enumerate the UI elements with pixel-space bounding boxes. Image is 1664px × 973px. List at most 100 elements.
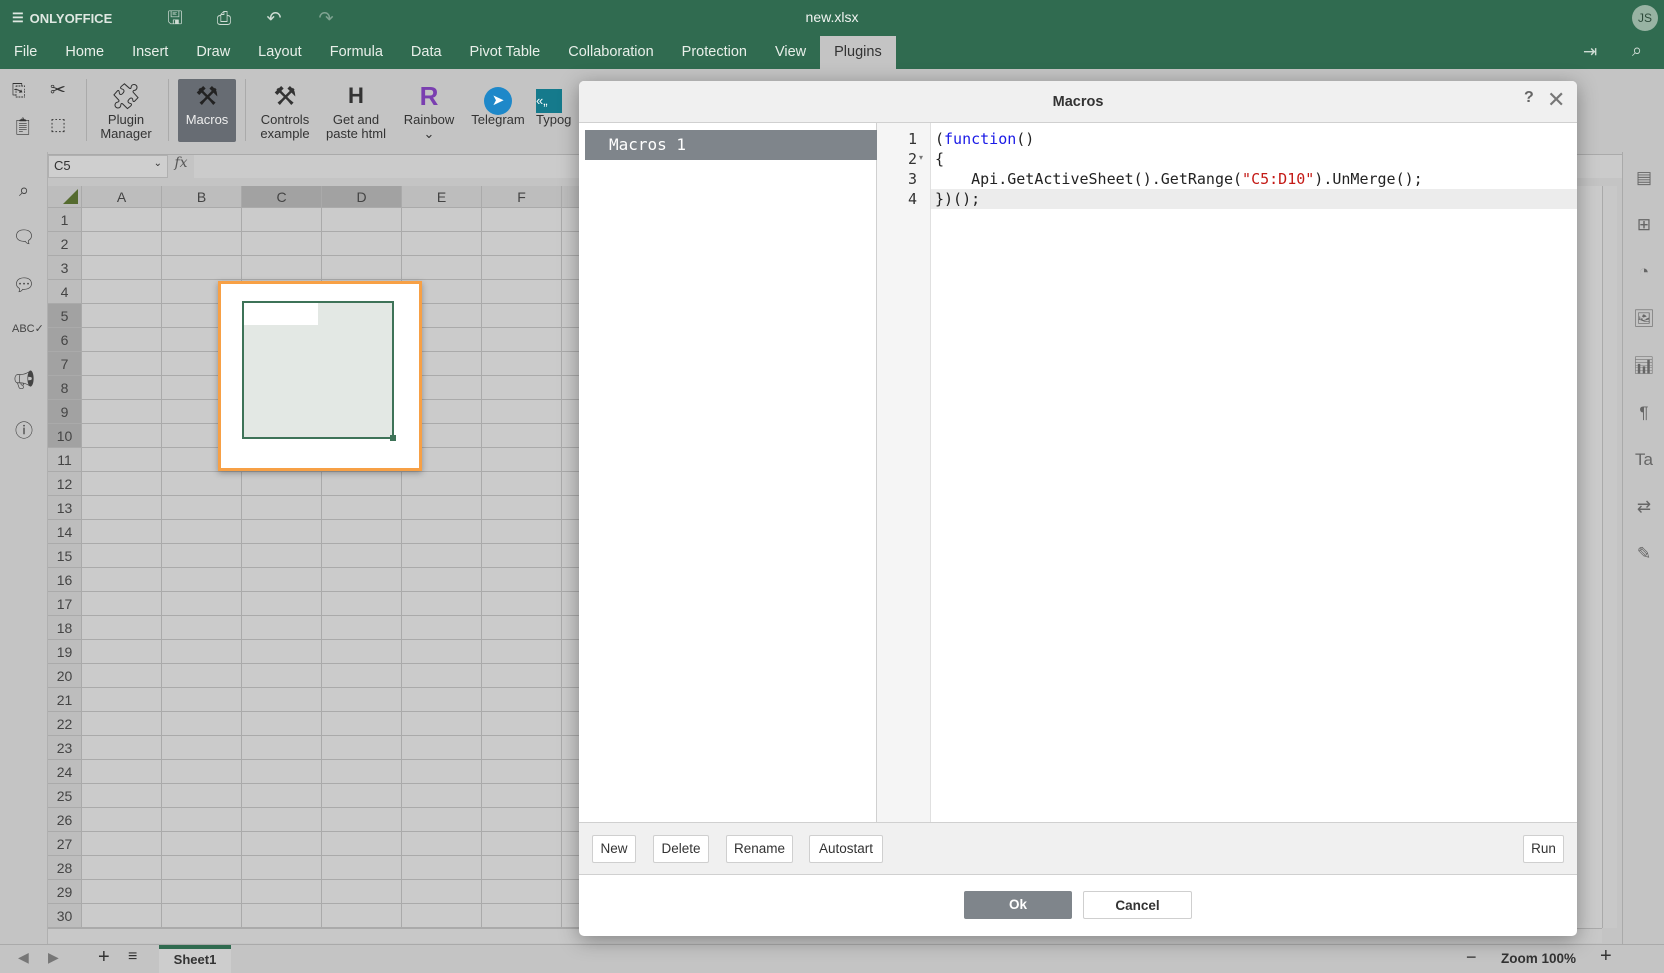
cell[interactable]	[482, 208, 562, 232]
row-header[interactable]: 15	[48, 544, 82, 568]
cell[interactable]	[402, 544, 482, 568]
cell[interactable]	[162, 904, 242, 928]
cell[interactable]	[322, 760, 402, 784]
cell[interactable]	[242, 664, 322, 688]
cell[interactable]	[322, 472, 402, 496]
cell[interactable]	[322, 256, 402, 280]
row-header[interactable]: 11	[48, 448, 82, 472]
cell[interactable]	[242, 616, 322, 640]
cell[interactable]	[482, 280, 562, 304]
cell[interactable]	[482, 448, 562, 472]
cell[interactable]	[322, 784, 402, 808]
cell[interactable]	[322, 568, 402, 592]
code-editor[interactable]: (function(){ Api.GetActiveSheet().GetRan…	[931, 123, 1577, 822]
cell[interactable]	[82, 664, 162, 688]
cell[interactable]	[162, 640, 242, 664]
row-header[interactable]: 19	[48, 640, 82, 664]
cell[interactable]	[82, 448, 162, 472]
cell[interactable]	[482, 256, 562, 280]
cell[interactable]	[242, 880, 322, 904]
cell[interactable]	[242, 736, 322, 760]
cell[interactable]	[482, 832, 562, 856]
cell[interactable]	[162, 616, 242, 640]
row-header[interactable]: 12	[48, 472, 82, 496]
info-icon[interactable]: ⓘ	[12, 417, 36, 441]
column-header[interactable]: C	[242, 186, 322, 208]
cell[interactable]	[322, 592, 402, 616]
cell[interactable]	[242, 808, 322, 832]
cell[interactable]	[322, 904, 402, 928]
cell[interactable]	[402, 832, 482, 856]
image-icon[interactable]: 🖼︎	[1631, 309, 1657, 335]
cell[interactable]	[402, 904, 482, 928]
vertical-scrollbar[interactable]	[1602, 186, 1617, 928]
cell[interactable]	[242, 568, 322, 592]
undo-icon[interactable]: ↶	[262, 6, 286, 30]
run-button[interactable]: Run	[1523, 835, 1564, 863]
cell[interactable]	[82, 352, 162, 376]
cell[interactable]	[402, 736, 482, 760]
table-icon[interactable]: ⊞	[1631, 215, 1657, 241]
code-line[interactable]: })();	[931, 189, 1577, 209]
cell[interactable]	[322, 856, 402, 880]
macros-button[interactable]: ⚒ Macros	[178, 79, 236, 142]
row-header[interactable]: 22	[48, 712, 82, 736]
row-header[interactable]: 1	[48, 208, 82, 232]
cell[interactable]	[162, 832, 242, 856]
print-icon[interactable]: ⎙	[212, 6, 236, 30]
cell[interactable]	[402, 712, 482, 736]
cell[interactable]	[322, 616, 402, 640]
row-header[interactable]: 30	[48, 904, 82, 928]
cell[interactable]	[402, 664, 482, 688]
cell[interactable]	[82, 640, 162, 664]
cell[interactable]	[82, 544, 162, 568]
delete-button[interactable]: Delete	[653, 835, 709, 863]
code-line[interactable]: Api.GetActiveSheet().GetRange("C5:D10").…	[931, 169, 1577, 189]
cell[interactable]	[82, 784, 162, 808]
cell[interactable]	[162, 808, 242, 832]
fill-handle[interactable]	[390, 435, 396, 441]
cell[interactable]	[82, 328, 162, 352]
cell[interactable]	[242, 232, 322, 256]
cell[interactable]	[482, 736, 562, 760]
cell[interactable]	[242, 592, 322, 616]
cell[interactable]	[322, 232, 402, 256]
cell[interactable]	[82, 760, 162, 784]
cell[interactable]	[162, 784, 242, 808]
row-header[interactable]: 14	[48, 520, 82, 544]
cell[interactable]	[482, 688, 562, 712]
cell[interactable]	[482, 904, 562, 928]
cell[interactable]	[402, 592, 482, 616]
row-header[interactable]: 4	[48, 280, 82, 304]
cell[interactable]	[402, 520, 482, 544]
row-header[interactable]: 5	[48, 304, 82, 328]
cell[interactable]	[242, 712, 322, 736]
rainbow-button[interactable]: R Rainbow ⌄	[398, 79, 460, 141]
menu-tab-collaboration[interactable]: Collaboration	[554, 36, 667, 69]
cell[interactable]	[402, 880, 482, 904]
selected-range[interactable]	[242, 301, 396, 441]
sheet-list-icon[interactable]: ≡	[128, 948, 137, 966]
cell[interactable]	[482, 472, 562, 496]
code-line[interactable]: {	[931, 149, 1577, 169]
cell[interactable]	[162, 520, 242, 544]
cell[interactable]	[402, 208, 482, 232]
cell[interactable]	[162, 472, 242, 496]
cell[interactable]	[82, 832, 162, 856]
cell[interactable]	[242, 784, 322, 808]
cell[interactable]	[162, 736, 242, 760]
cell[interactable]	[242, 520, 322, 544]
cell[interactable]	[482, 496, 562, 520]
copy-icon[interactable]: ⎘	[12, 81, 26, 101]
cell[interactable]	[322, 664, 402, 688]
cell[interactable]	[402, 688, 482, 712]
get-and-paste-html-button[interactable]: H Get and paste html	[320, 79, 392, 141]
cell[interactable]	[162, 208, 242, 232]
column-header[interactable]: F	[482, 186, 562, 208]
autostart-button[interactable]: Autostart	[809, 835, 883, 863]
column-header[interactable]: A	[82, 186, 162, 208]
close-icon[interactable]: ✕	[1547, 87, 1565, 113]
menu-tab-protection[interactable]: Protection	[668, 36, 761, 69]
row-header[interactable]: 10	[48, 424, 82, 448]
row-header[interactable]: 28	[48, 856, 82, 880]
